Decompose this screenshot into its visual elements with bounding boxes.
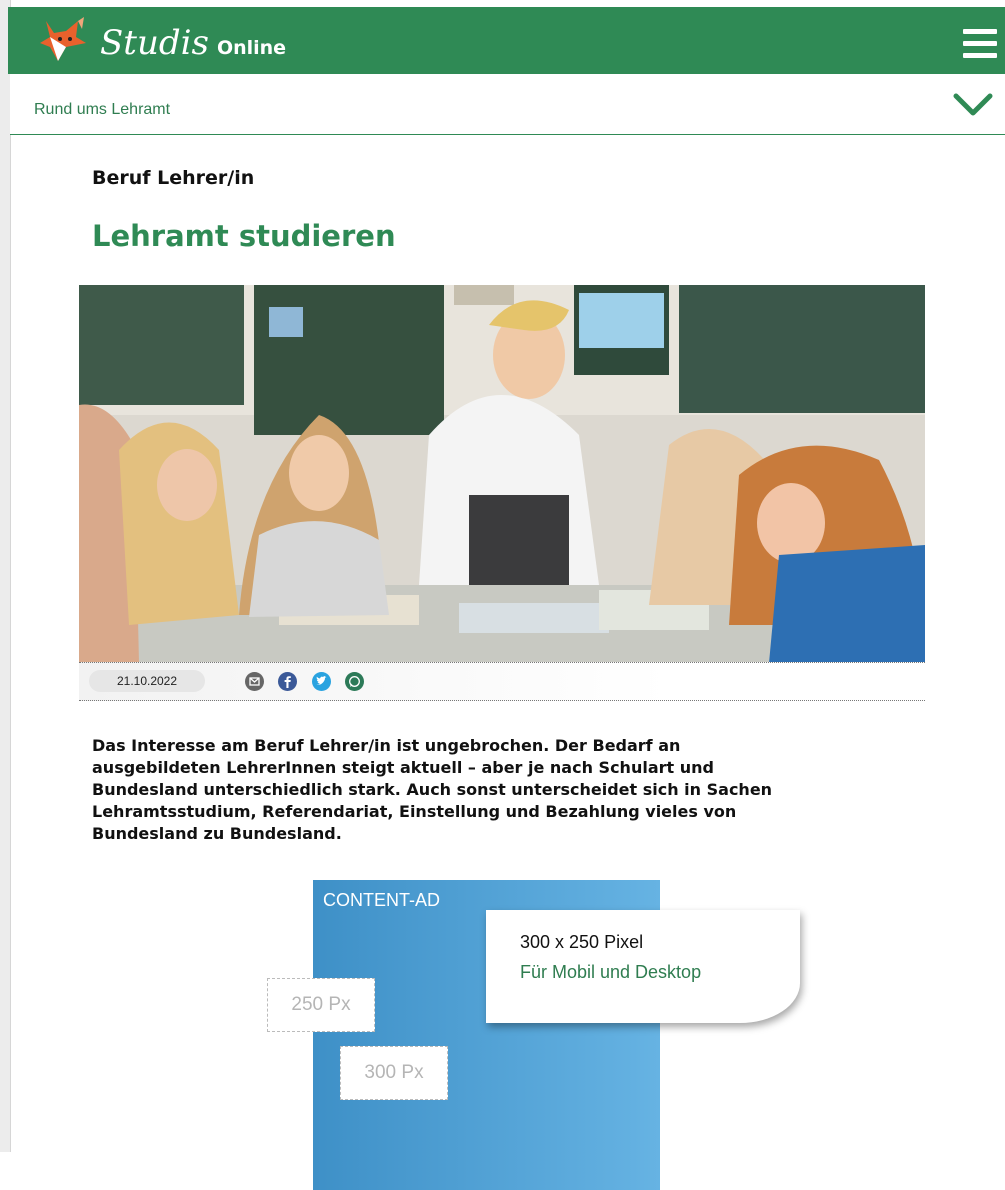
chevron-down-icon[interactable]: [953, 92, 993, 118]
logo-text: Studis Online: [100, 23, 287, 63]
ad-label: CONTENT-AD: [323, 890, 440, 910]
logo-subtext: Online: [216, 37, 287, 59]
facebook-icon[interactable]: [278, 672, 297, 691]
page-title: Lehramt studieren: [92, 219, 396, 253]
ad-size-text: 300 x 250 Pixel: [520, 932, 644, 952]
ad-width-label: 300 Px: [340, 1046, 448, 1100]
email-icon[interactable]: [245, 672, 264, 691]
publish-date: 21.10.2022: [89, 670, 205, 692]
section-nav: Rund ums Lehramt: [10, 74, 1005, 135]
article-intro: Das Interesse am Beruf Lehrer/in ist ung…: [92, 736, 773, 843]
twitter-icon[interactable]: [312, 672, 331, 691]
article-kicker: Beruf Lehrer/in: [92, 167, 255, 189]
hamburger-menu-icon[interactable]: [963, 29, 997, 59]
ad-height-label: 250 Px: [267, 978, 375, 1032]
left-rail: [0, 0, 11, 1152]
hero-image: [79, 285, 925, 663]
article-meta-bar: 21.10.2022: [79, 662, 925, 701]
ad-info-card: 300 x 250 Pixel Für Mobil und Desktop: [486, 910, 800, 1023]
section-nav-label[interactable]: Rund ums Lehramt: [34, 101, 170, 119]
ad-platform-text: Für Mobil und Desktop: [520, 962, 702, 982]
fox-logo-icon: [40, 17, 86, 61]
whatsapp-icon[interactable]: [345, 672, 364, 691]
site-header: Studis Online: [8, 7, 1005, 74]
